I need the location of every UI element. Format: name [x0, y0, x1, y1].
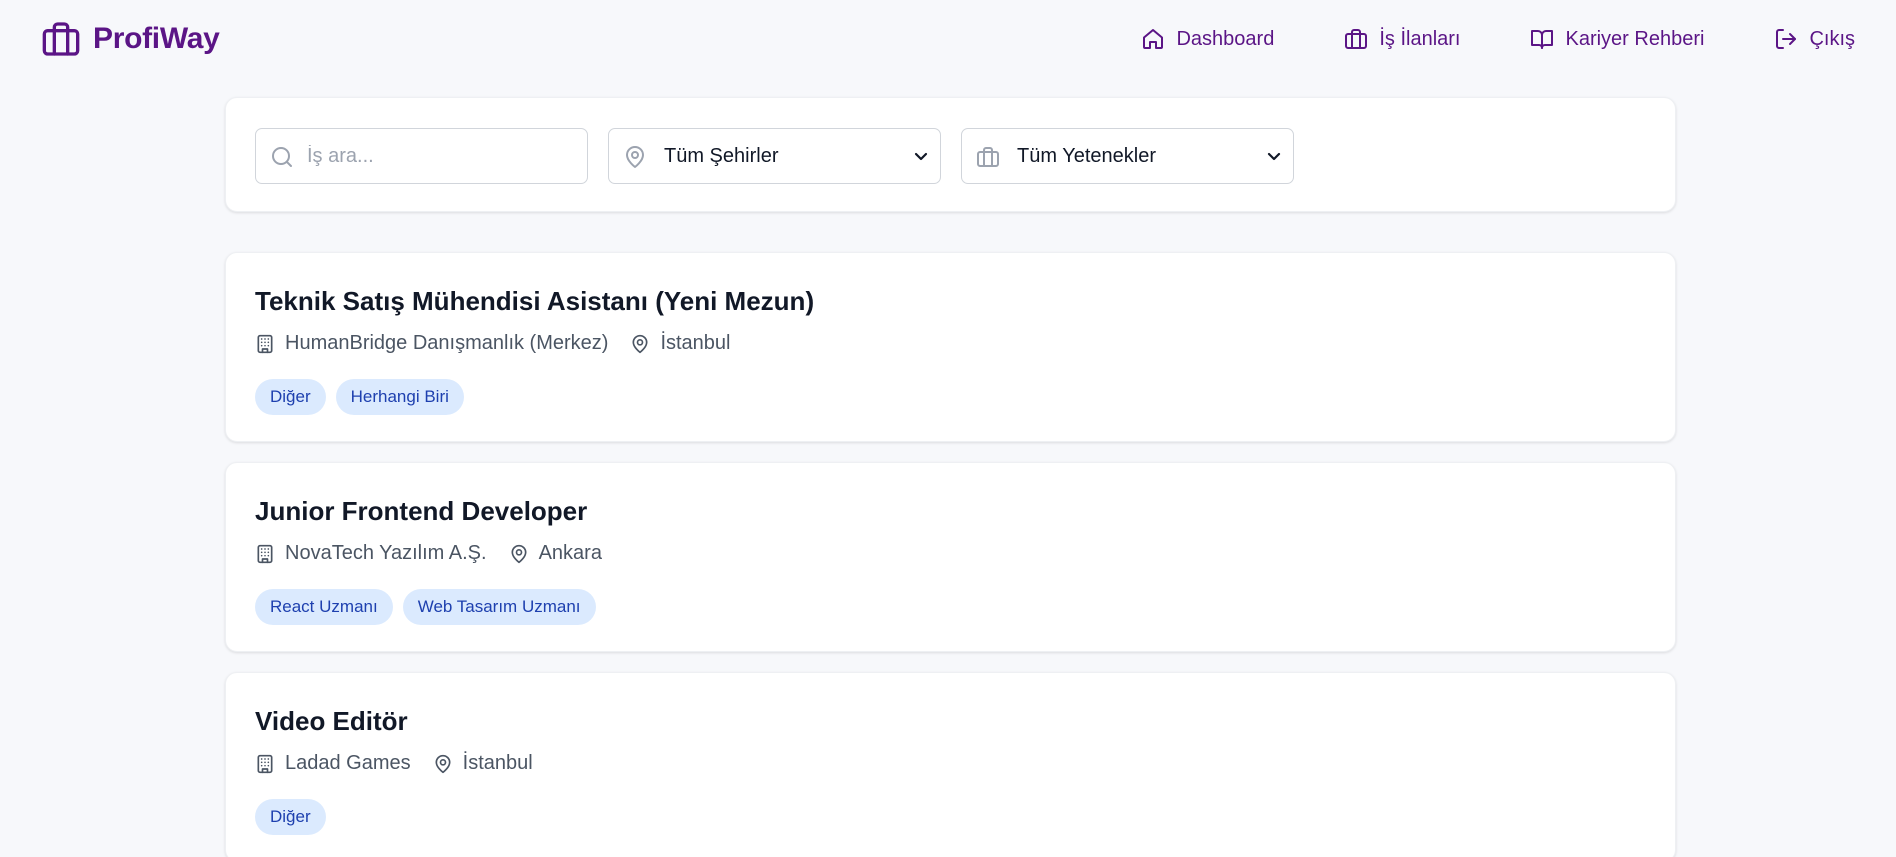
- nav-logout-label: Çıkış: [1809, 27, 1855, 50]
- skill-tag: Web Tasarım Uzmanı: [402, 589, 596, 625]
- skill-select[interactable]: Tüm Yetenekler: [961, 128, 1294, 184]
- map-pin-icon: [433, 754, 453, 774]
- book-open-icon: [1530, 27, 1554, 51]
- brand-logo[interactable]: ProfiWay: [41, 19, 220, 59]
- chevron-down-icon: [1267, 149, 1281, 163]
- main-nav: Dashboard İş İlanları Kariyer Rehberi Çı…: [1141, 27, 1855, 51]
- home-icon: [1141, 27, 1165, 51]
- nav-career-guide[interactable]: Kariyer Rehberi: [1530, 27, 1704, 51]
- job-title: Video Editör: [255, 706, 408, 736]
- briefcase-icon: [1344, 27, 1368, 51]
- building-icon: [255, 754, 275, 774]
- job-company: NovaTech Yazılım A.Ş.: [285, 542, 487, 564]
- job-company: Ladad Games: [285, 752, 411, 774]
- search-input[interactable]: [256, 129, 587, 183]
- search-icon: [270, 145, 294, 169]
- building-icon: [255, 544, 275, 564]
- job-city: İstanbul: [462, 752, 533, 774]
- job-title: Teknik Satış Mühendisi Asistanı (Yeni Me…: [255, 286, 815, 316]
- job-tags: Diğer: [255, 799, 326, 835]
- job-card[interactable]: Video Editör Ladad Games İstanbul Diğer: [225, 672, 1676, 857]
- job-title: Junior Frontend Developer: [255, 496, 588, 526]
- map-pin-icon: [630, 334, 650, 354]
- skill-tag: React Uzmanı: [255, 589, 393, 625]
- job-meta: HumanBridge Danışmanlık (Merkez) İstanbu…: [255, 332, 731, 355]
- skill-tag: Diğer: [255, 799, 326, 835]
- skill-tag: Herhangi Biri: [335, 379, 464, 415]
- nav-job-listings[interactable]: İş İlanları: [1344, 27, 1460, 51]
- nav-dashboard[interactable]: Dashboard: [1141, 27, 1274, 51]
- nav-career-guide-label: Kariyer Rehberi: [1565, 27, 1705, 50]
- briefcase-logo-icon: [41, 19, 81, 59]
- job-meta: NovaTech Yazılım A.Ş. Ankara: [255, 542, 602, 565]
- search-field: [255, 128, 588, 184]
- city-select[interactable]: Tüm Şehirler: [608, 128, 941, 184]
- brand-name: ProfiWay: [93, 22, 220, 55]
- job-city: Ankara: [538, 542, 602, 564]
- nav-dashboard-label: Dashboard: [1176, 27, 1275, 50]
- job-city: İstanbul: [660, 332, 731, 354]
- skill-tag: Diğer: [255, 379, 326, 415]
- logout-icon: [1774, 27, 1798, 51]
- map-pin-icon: [623, 145, 647, 169]
- briefcase-icon: [976, 145, 1000, 169]
- filter-panel: Tüm Şehirler Tüm Yetenekler: [225, 97, 1676, 212]
- nav-logout[interactable]: Çıkış: [1774, 27, 1855, 51]
- map-pin-icon: [509, 544, 529, 564]
- job-tags: Diğer Herhangi Biri: [255, 379, 464, 415]
- building-icon: [255, 334, 275, 354]
- chevron-down-icon: [914, 149, 928, 163]
- job-tags: React Uzmanı Web Tasarım Uzmanı: [255, 589, 596, 625]
- nav-job-listings-label: İş İlanları: [1379, 27, 1461, 50]
- top-navbar: ProfiWay Dashboard İş İlanları Kariyer R…: [0, 0, 1896, 78]
- job-card[interactable]: Teknik Satış Mühendisi Asistanı (Yeni Me…: [225, 252, 1676, 442]
- job-card[interactable]: Junior Frontend Developer NovaTech Yazıl…: [225, 462, 1676, 652]
- job-company: HumanBridge Danışmanlık (Merkez): [285, 332, 609, 354]
- job-meta: Ladad Games İstanbul: [255, 752, 533, 775]
